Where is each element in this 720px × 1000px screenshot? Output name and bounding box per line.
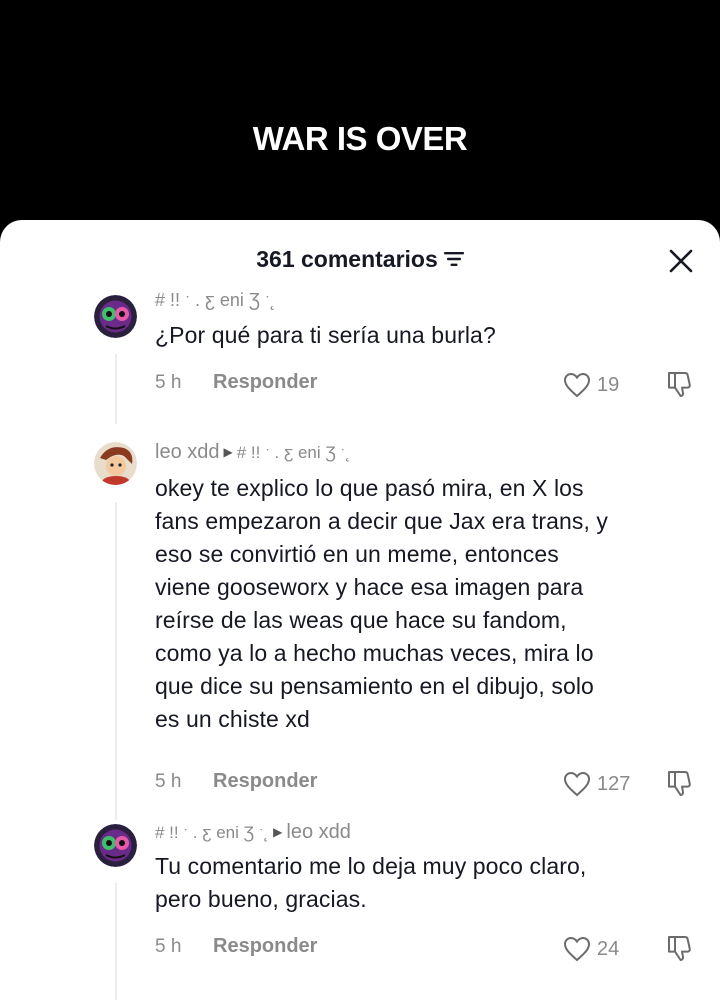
like-count: 127 [597, 772, 631, 795]
comment-text-line: que dice su pensamiento en el dibujo, so… [155, 673, 594, 699]
reply-to-name: leo xdd [286, 821, 351, 843]
comment-time: 5 h [155, 372, 182, 393]
comments-header: 361 comentarios [0, 220, 720, 296]
comment-text-line: como ya lo a hecho muchas veces, mira lo [155, 640, 594, 666]
dislike-button[interactable] [665, 933, 695, 968]
dislike-button[interactable] [665, 768, 695, 803]
heart-outline-icon [563, 936, 591, 962]
comment-meta: 5 h Responder 24 [155, 932, 700, 966]
like-button[interactable]: 19 [563, 368, 619, 402]
comment-text-line: eso se convirtió en un meme, entonces [155, 541, 559, 567]
close-button[interactable] [662, 242, 700, 280]
reply-button[interactable]: Responder [213, 935, 317, 958]
video-title: WAR IS OVER [252, 120, 468, 157]
heart-outline-icon [563, 372, 591, 398]
comment-text-line: fans empezaron a decir que Jax era trans… [155, 508, 609, 534]
like-button[interactable]: 127 [563, 767, 630, 801]
reply-button[interactable]: Responder [213, 770, 317, 793]
video-area[interactable]: WAR IS OVER [0, 0, 720, 240]
thumbs-down-icon [668, 771, 691, 796]
avatar[interactable] [94, 824, 137, 867]
author-name: leo xdd [155, 441, 220, 463]
like-button[interactable]: 24 [563, 932, 619, 966]
comment-author[interactable]: # !! ˑ . ƹ eni Ʒ ˑ˛ ▶ leo xdd [155, 821, 351, 844]
comment-count[interactable]: 361 comentarios [0, 246, 720, 273]
comment-text: Tu comentario me lo deja muy poco claro,… [155, 850, 695, 916]
comment-text-line: es un chiste xd [155, 706, 310, 732]
comment-author[interactable]: # !! ˑ . ƹ eni Ʒ ˑ˛ [155, 290, 276, 311]
heart-outline-icon [563, 771, 591, 797]
reply-button[interactable]: Responder [213, 371, 317, 394]
dislike-button[interactable] [665, 369, 695, 404]
comment-text-line: viene gooseworx y hace esa imagen para [155, 574, 584, 600]
author-name: # !! ˑ . ƹ eni Ʒ ˑ˛ [155, 290, 276, 310]
comment-count-label: 361 comentarios [256, 246, 438, 272]
comment-text: okey te explico lo que pasó mira, en X l… [155, 472, 695, 736]
triangle-right-icon: ▶ [223, 445, 233, 459]
comment-text-line: pero bueno, gracias. [155, 886, 367, 912]
comment-meta: 5 h Responder 127 [155, 767, 700, 801]
thread-line [115, 502, 117, 820]
thread-line [115, 883, 117, 1000]
comment-text: ¿Por qué para ti sería una burla? [155, 322, 496, 348]
triangle-right-icon: ▶ [273, 825, 283, 839]
comment-text-line: Tu comentario me lo deja muy poco claro, [155, 853, 587, 879]
avatar[interactable] [94, 295, 137, 338]
comment-author[interactable]: leo xdd ▶ # !! ˑ . ƹ eni Ʒ ˑ˛ [155, 441, 351, 464]
thumbs-down-icon [668, 936, 691, 961]
filter-icon[interactable] [443, 246, 464, 273]
comment-meta: 5 h Responder 19 [155, 368, 700, 402]
thread-line [115, 354, 117, 424]
author-name: # !! ˑ . ƹ eni Ʒ ˑ˛ [155, 823, 270, 842]
comment-text-line: reírse de las weas que hace su fandom, [155, 607, 567, 633]
avatar[interactable] [94, 442, 137, 485]
like-count: 19 [597, 373, 620, 396]
comment-time: 5 h [155, 936, 182, 957]
thumbs-down-icon [668, 372, 691, 397]
comment-text-line: okey te explico lo que pasó mira, en X l… [155, 475, 584, 501]
close-icon [669, 249, 693, 273]
reply-to-name: # !! ˑ . ƹ eni Ʒ ˑ˛ [236, 443, 351, 462]
comment-time: 5 h [155, 771, 182, 792]
like-count: 24 [597, 937, 620, 960]
comments-sheet: 361 comentarios # !! ˑ . ƹ eni Ʒ ˑ˛ ¿Por [0, 220, 720, 1000]
